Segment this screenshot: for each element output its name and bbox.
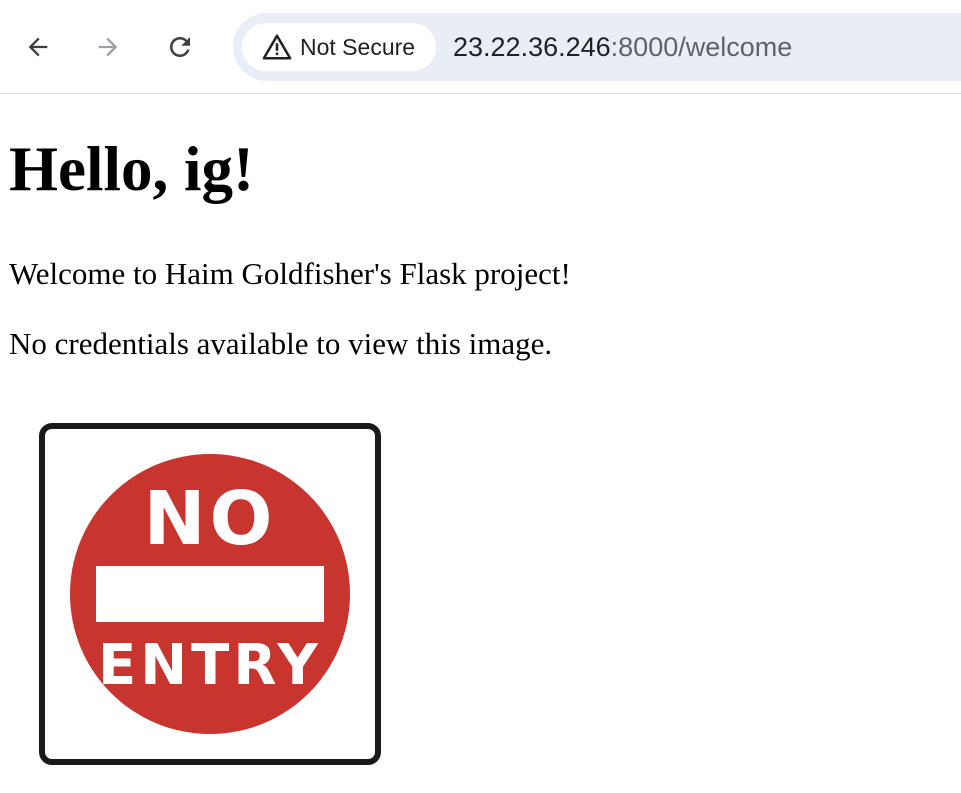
arrow-left-icon <box>28 37 48 57</box>
welcome-text: Welcome to Haim Goldfisher's Flask proje… <box>9 256 571 291</box>
url-path: :8000/welcome <box>610 32 793 62</box>
security-indicator[interactable]: Not Secure <box>242 23 436 71</box>
reload-icon <box>170 37 190 57</box>
sign-text-top: NO <box>144 476 277 562</box>
sign-text-bottom: ENTRY <box>98 633 322 698</box>
page-heading: Hello, ig! <box>9 134 254 204</box>
warning-triangle-icon <box>262 32 292 62</box>
forward-button[interactable] <box>88 27 128 67</box>
url-host: 23.22.36.246 <box>453 32 611 62</box>
sign-bar <box>96 566 324 622</box>
no-entry-sign-image: NO ENTRY <box>39 423 381 765</box>
reload-button[interactable] <box>160 27 200 67</box>
credentials-message: No credentials available to view this im… <box>9 326 553 361</box>
arrow-right-icon <box>98 37 118 57</box>
url-text[interactable]: 23.22.36.246:8000/welcome <box>453 13 792 81</box>
security-label: Not Secure <box>300 33 416 60</box>
address-bar[interactable]: Not Secure 23.22.36.246:8000/welcome <box>233 13 961 81</box>
back-button[interactable] <box>18 27 58 67</box>
browser-toolbar: Not Secure 23.22.36.246:8000/welcome <box>0 0 961 94</box>
